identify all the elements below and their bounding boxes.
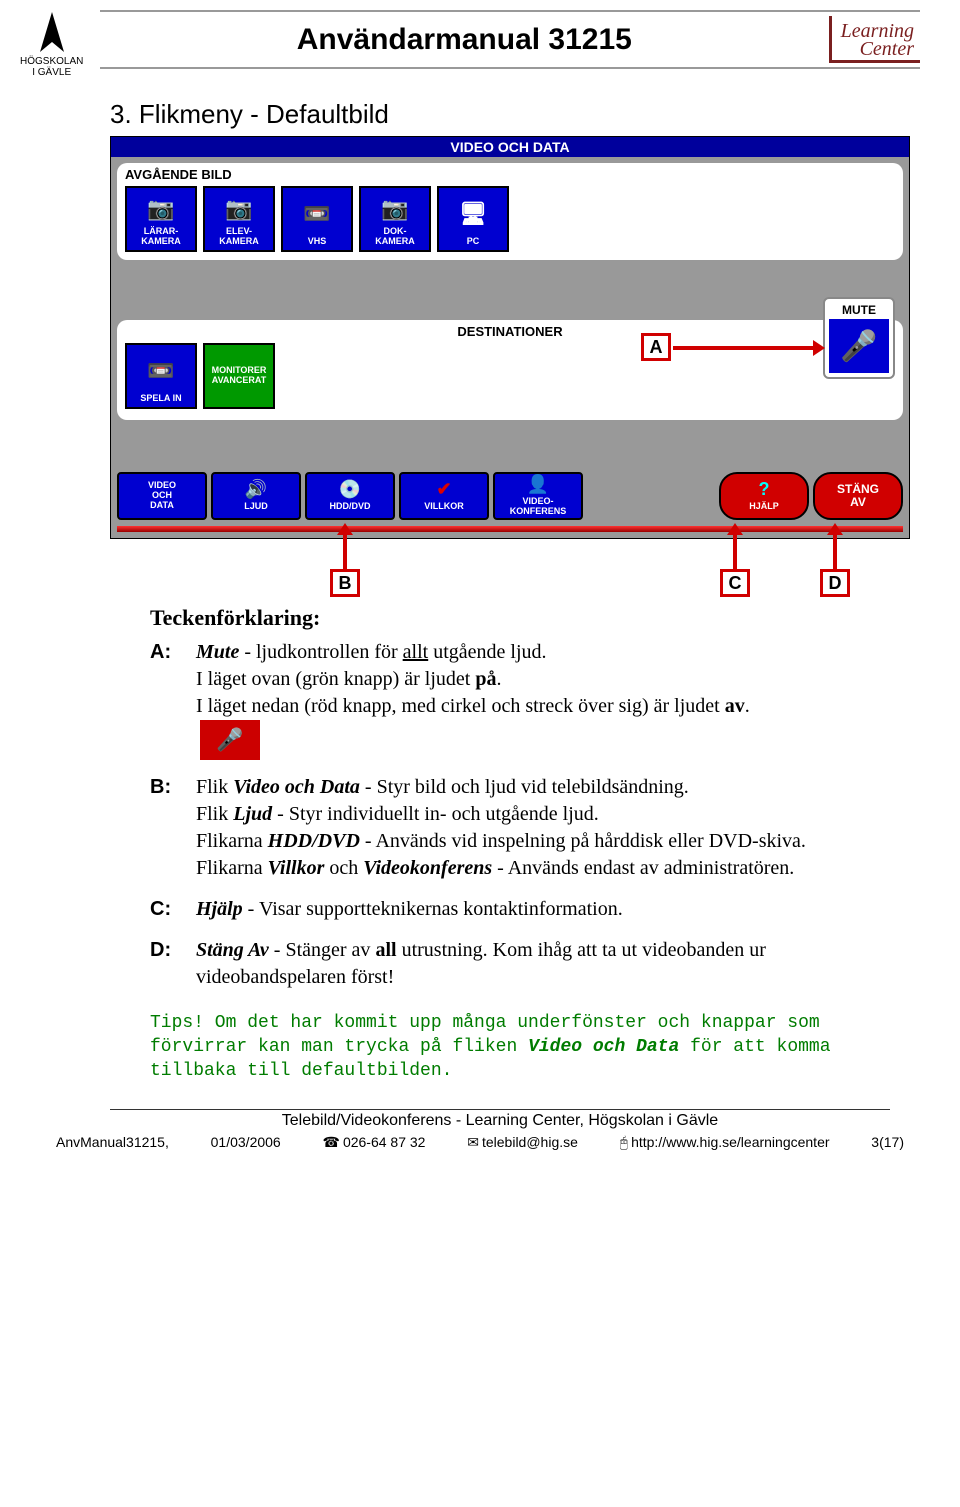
disc-icon: 💿 [339, 480, 361, 500]
arrow-a [673, 346, 813, 350]
caption-text-a: Mute - ljudkontrollen för allt utgående … [196, 639, 890, 760]
check-icon: ✔ [436, 480, 451, 500]
arrow-c [733, 535, 737, 569]
panel-outgoing: AVGÅENDE BILD 📷LÄRAR- KAMERA 📷ELEV- KAME… [117, 163, 903, 260]
btn-monitorer-avancerat[interactable]: MONITORER AVANCERAT [203, 343, 275, 409]
help-icon: ? [759, 480, 770, 500]
btn-larar-kamera[interactable]: 📷LÄRAR- KAMERA [125, 186, 197, 252]
footer-email: ✉ telebild@hig.se [467, 1134, 578, 1151]
caption-text-c: Hjälp - Visar supportteknikernas kontakt… [196, 896, 890, 923]
callout-a: A [641, 333, 671, 361]
page-title: Användarmanual 31215 [100, 23, 829, 57]
footer-phone: ☎ 026-64 87 32 [322, 1134, 425, 1151]
btn-vhs[interactable]: 📼VHS [281, 186, 353, 252]
tab-video-och-data[interactable]: VIDEO OCH DATA [117, 472, 207, 520]
tab-hjalp[interactable]: ?HJÄLP [719, 472, 809, 520]
caption-heading: Teckenförklaring: [150, 603, 890, 633]
tab-hdd-dvd[interactable]: 💿HDD/DVD [305, 472, 395, 520]
btn-spela-in[interactable]: 📼SPELA IN [125, 343, 197, 409]
tab-videokonferens[interactable]: 👤VIDEO- KONFERENS [493, 472, 583, 520]
caption-text-d: Stäng Av - Stänger av all utrustning. Ko… [196, 937, 890, 991]
section-heading: 3. Flikmeny - Defaultbild [110, 99, 920, 130]
tab-stang-av[interactable]: STÄNG AV [813, 472, 903, 520]
caption-text-b: Flik Video och Data - Styr bild och ljud… [196, 774, 890, 882]
tab-villkor[interactable]: ✔VILLKOR [399, 472, 489, 520]
tips-text: Tips! Om det har kommit upp många underf… [150, 1011, 880, 1084]
arrow-b [343, 535, 347, 569]
btn-dok-kamera[interactable]: 📷DOK- KAMERA [359, 186, 431, 252]
caption-key-d: D: [150, 937, 196, 991]
speaker-icon: 🔊 [245, 480, 267, 500]
ui-titlebar: VIDEO OCH DATA [111, 137, 909, 157]
footer-line: Telebild/Videokonferens - Learning Cente… [110, 1109, 890, 1130]
callout-d: D [820, 569, 850, 597]
footer-date: 01/03/2006 [211, 1134, 281, 1151]
btn-elev-kamera[interactable]: 📷ELEV- KAMERA [203, 186, 275, 252]
tab-ljud[interactable]: 🔊LJUD [211, 472, 301, 520]
logo-hogskolan: HÖGSKOLAN I GÄVLE [20, 8, 83, 78]
caption-key-c: C: [150, 896, 196, 923]
footer-page: 3(17) [871, 1134, 904, 1151]
red-underline [117, 526, 903, 532]
logo-learning-center: Learning Center [829, 16, 920, 63]
tab-strip: VIDEO OCH DATA 🔊LJUD 💿HDD/DVD ✔VILLKOR 👤… [111, 466, 909, 526]
btn-pc[interactable]: 🖥PC [437, 186, 509, 252]
microphone-icon: 🎤 [829, 319, 889, 373]
mute-control[interactable]: MUTE 🎤 [823, 297, 895, 379]
footer-doc: AnvManual31215, [56, 1134, 169, 1151]
ui-screenshot: VIDEO OCH DATA AVGÅENDE BILD 📷LÄRAR- KAM… [110, 136, 910, 539]
caption-key-b: B: [150, 774, 196, 882]
callout-c: C [720, 569, 750, 597]
arrow-d [833, 535, 837, 569]
panel-destinations: DESTINATIONER 📼SPELA IN MONITORER AVANCE… [117, 320, 903, 420]
callout-b: B [330, 569, 360, 597]
caption-key-a: A: [150, 639, 196, 760]
person-icon: 👤 [527, 475, 549, 495]
footer-url: 🖰 http://www.hig.se/learningcenter [620, 1134, 830, 1151]
